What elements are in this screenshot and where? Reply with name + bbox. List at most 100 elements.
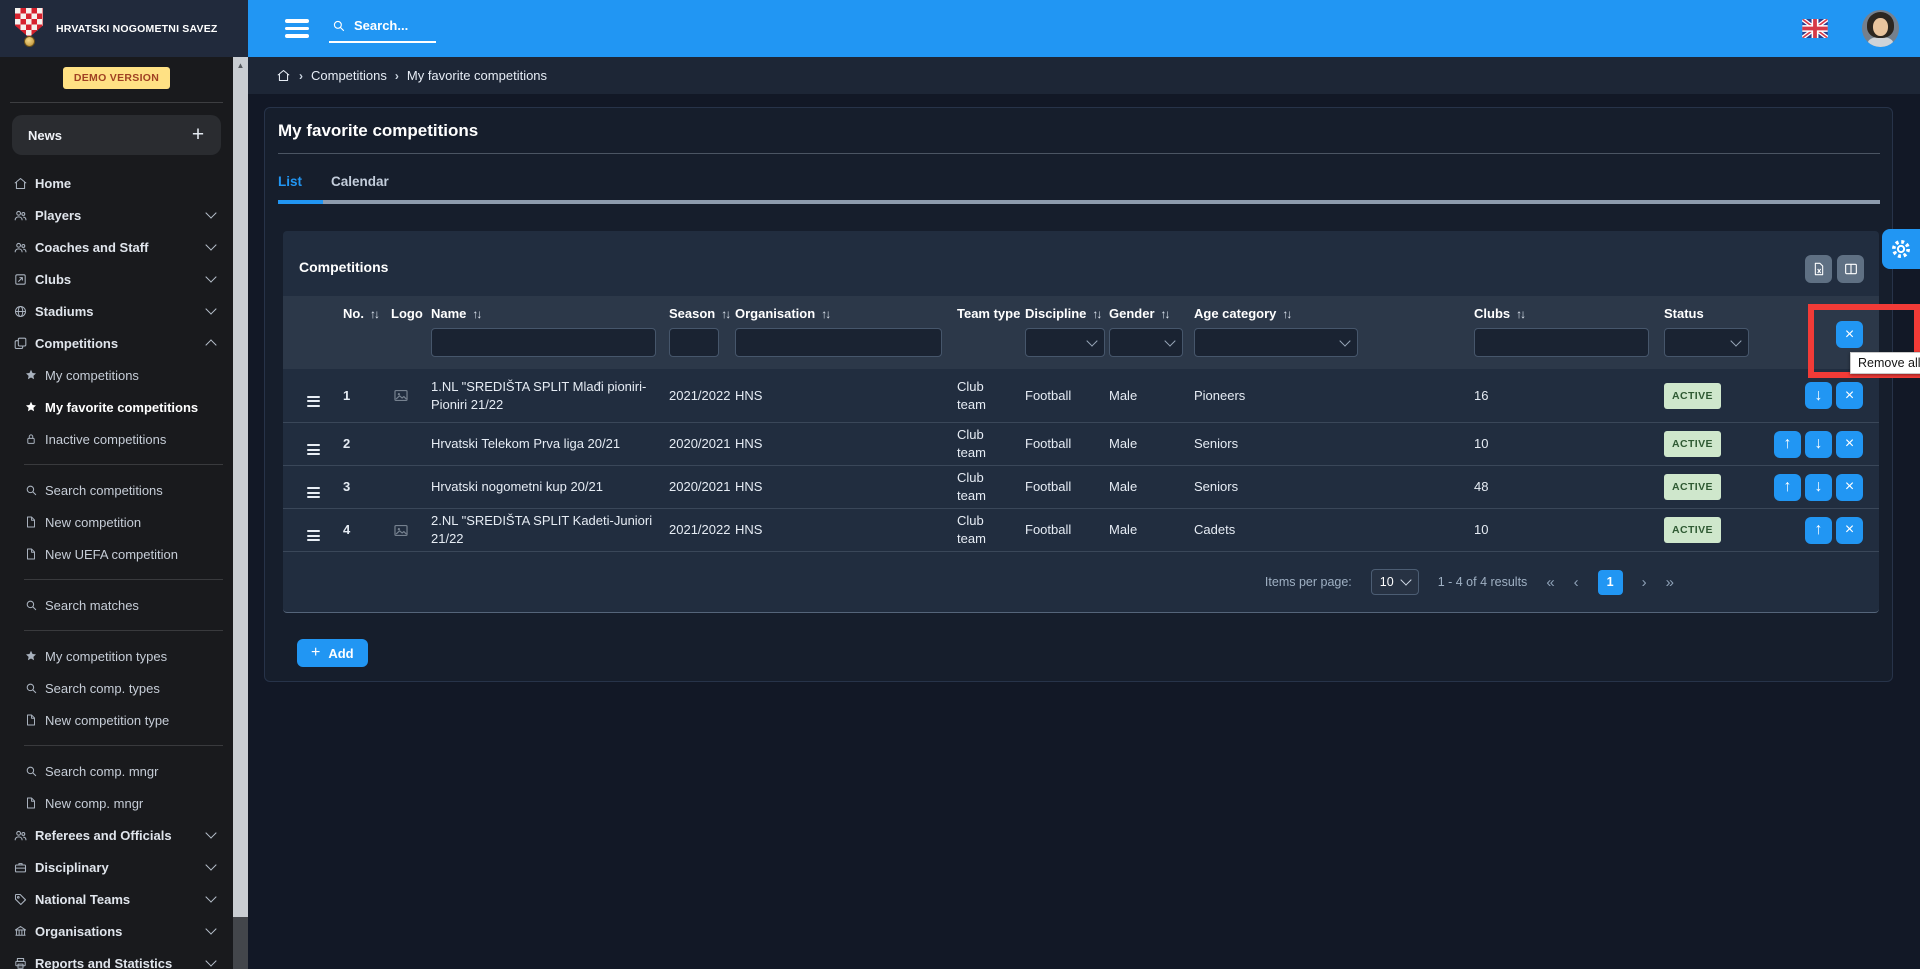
up-row-button[interactable]: ↑	[1774, 431, 1801, 458]
filter-input-season[interactable]	[669, 328, 719, 357]
sidebar-item-search-comp-types[interactable]: Search comp. types	[0, 672, 233, 704]
add-button[interactable]: + Add	[297, 639, 368, 667]
filter-select-gender[interactable]	[1109, 328, 1183, 357]
sidebar-item-my-favorite-competitions[interactable]: My favorite competitions	[0, 391, 233, 423]
remove-all-button[interactable]: ×	[1836, 321, 1863, 348]
status-badge: ACTIVE	[1664, 431, 1721, 457]
table-row[interactable]: 4 2.NL "SREDIŠTA SPLIT Kadeti-Juniori 21…	[283, 509, 1879, 552]
remove-row-button[interactable]: ×	[1836, 431, 1863, 458]
chevron-down-icon	[205, 827, 216, 838]
sidebar-item-label: Search competitions	[45, 483, 163, 498]
down-row-button[interactable]: ↓	[1805, 431, 1832, 458]
cell-gender: Male	[1101, 435, 1186, 453]
sidebar-item-my-competition-types[interactable]: My competition types	[0, 640, 233, 672]
sidebar-item-reports-and-statistics[interactable]: Reports and Statistics	[0, 947, 233, 969]
column-label: Age category	[1194, 306, 1276, 321]
menu-icon[interactable]	[285, 19, 309, 38]
sidebar-item-clubs[interactable]: Clubs	[0, 263, 233, 295]
sidebar-item-organisations[interactable]: Organisations	[0, 915, 233, 947]
up-row-button[interactable]: ↑	[1774, 474, 1801, 501]
first-page-button[interactable]: «	[1546, 574, 1554, 591]
columns-icon	[1843, 261, 1859, 277]
search-input[interactable]: Search...	[329, 15, 436, 43]
home-icon[interactable]	[276, 68, 291, 83]
sort-icon[interactable]: ↑↓	[1516, 307, 1524, 321]
sort-icon[interactable]: ↑↓	[1161, 307, 1169, 321]
sidebar-item-new-competition[interactable]: New competition	[0, 506, 233, 538]
filter-select-status[interactable]	[1664, 328, 1749, 357]
sidebar-item-national-teams[interactable]: National Teams	[0, 883, 233, 915]
drag-handle-icon[interactable]	[307, 396, 320, 407]
up-row-button[interactable]: ↑	[1805, 517, 1832, 544]
drag-handle-icon[interactable]	[307, 444, 320, 455]
remove-row-button[interactable]: ×	[1836, 382, 1863, 409]
scrollbar-thumb[interactable]	[233, 74, 248, 917]
sort-icon[interactable]: ↑↓	[1282, 307, 1290, 321]
image-icon	[391, 522, 411, 539]
sidebar-item-search-matches[interactable]: Search matches	[0, 589, 233, 621]
status-badge: ACTIVE	[1664, 517, 1721, 543]
sidebar-item-new-competition-type[interactable]: New competition type	[0, 704, 233, 736]
drag-handle-icon[interactable]	[307, 530, 320, 541]
column-header-team-type: Team type	[949, 296, 1017, 369]
language-flag-icon[interactable]	[1802, 19, 1828, 38]
cell-organisation: HNS	[727, 435, 949, 453]
table-row[interactable]: 1 1.NL "SREDIŠTA SPLIT Mlađi pioniri-Pio…	[283, 369, 1879, 423]
sort-icon[interactable]: ↑↓	[472, 307, 480, 321]
filter-select-age-category[interactable]	[1194, 328, 1358, 357]
add-news-button[interactable]: +	[183, 120, 213, 150]
sidebar-item-competitions[interactable]: Competitions	[0, 327, 233, 359]
sidebar-item-coaches-and-staff[interactable]: Coaches and Staff	[0, 231, 233, 263]
down-row-button[interactable]: ↓	[1805, 474, 1832, 501]
tab-calendar[interactable]: Calendar	[331, 174, 389, 189]
chevron-down-icon	[205, 207, 216, 218]
table-row[interactable]: 2 Hrvatski Telekom Prva liga 20/21 2020/…	[283, 423, 1879, 466]
page-1-button[interactable]: 1	[1598, 570, 1623, 595]
tab-list[interactable]: List	[278, 174, 302, 189]
remove-row-button[interactable]: ×	[1836, 474, 1863, 501]
sidebar-item-search-comp-mngr[interactable]: Search comp. mngr	[0, 755, 233, 787]
next-page-button[interactable]: ›	[1642, 574, 1647, 591]
sidebar-item-label: New UEFA competition	[45, 547, 178, 562]
sidebar-item-inactive-competitions[interactable]: Inactive competitions	[0, 423, 233, 455]
column-header-discipline: Discipline ↑↓	[1017, 296, 1101, 369]
news-card[interactable]: News +	[12, 115, 221, 155]
down-row-button[interactable]: ↓	[1805, 382, 1832, 409]
breadcrumb-my-favorite-competitions[interactable]: My favorite competitions	[407, 68, 547, 83]
filter-input-organisation[interactable]	[735, 328, 942, 357]
sidebar-item-search-competitions[interactable]: Search competitions	[0, 474, 233, 506]
user-avatar[interactable]	[1862, 10, 1899, 47]
sidebar-item-referees-and-officials[interactable]: Referees and Officials	[0, 819, 233, 851]
breadcrumb-competitions[interactable]: Competitions	[311, 68, 387, 83]
sidebar-item-disciplinary[interactable]: Disciplinary	[0, 851, 233, 883]
export-excel-button[interactable]	[1805, 255, 1832, 283]
sort-icon[interactable]: ↑↓	[370, 307, 378, 321]
last-page-button[interactable]: »	[1666, 574, 1674, 591]
sort-icon[interactable]: ↑↓	[821, 307, 829, 321]
cell-gender: Male	[1101, 478, 1186, 496]
filter-input-name[interactable]	[431, 328, 656, 357]
sidebar-item-new-uefa-competition[interactable]: New UEFA competition	[0, 538, 233, 570]
drag-handle-icon[interactable]	[307, 487, 320, 498]
filter-select-discipline[interactable]	[1025, 328, 1105, 357]
page-size-select[interactable]: 10	[1371, 569, 1419, 595]
filter-input-clubs[interactable]	[1474, 328, 1649, 357]
sidebar-scrollbar[interactable]: ▲	[233, 57, 248, 969]
plus-icon: +	[311, 644, 320, 662]
column-header-handle	[299, 296, 335, 369]
remove-row-button[interactable]: ×	[1836, 517, 1863, 544]
sidebar-item-new-comp-mngr[interactable]: New comp. mngr	[0, 787, 233, 819]
prev-page-button[interactable]: ‹	[1574, 574, 1579, 591]
sidebar-item-label: Stadiums	[35, 304, 94, 319]
sidebar-item-stadiums[interactable]: Stadiums	[0, 295, 233, 327]
column-settings-button[interactable]	[1837, 255, 1864, 283]
sidebar-item-players[interactable]: Players	[0, 199, 233, 231]
table-row[interactable]: 3 Hrvatski nogometni kup 20/21 2020/2021…	[283, 466, 1879, 509]
settings-fab-button[interactable]	[1882, 229, 1920, 269]
scrollbar-up-arrow-icon[interactable]: ▲	[233, 57, 248, 74]
sidebar-item-my-competitions[interactable]: My competitions	[0, 359, 233, 391]
cell-season: 2020/2021	[661, 478, 727, 496]
sidebar-item-home[interactable]: Home	[0, 167, 233, 199]
column-label: Logo	[391, 306, 423, 321]
sort-icon[interactable]: ↑↓	[1092, 307, 1100, 321]
